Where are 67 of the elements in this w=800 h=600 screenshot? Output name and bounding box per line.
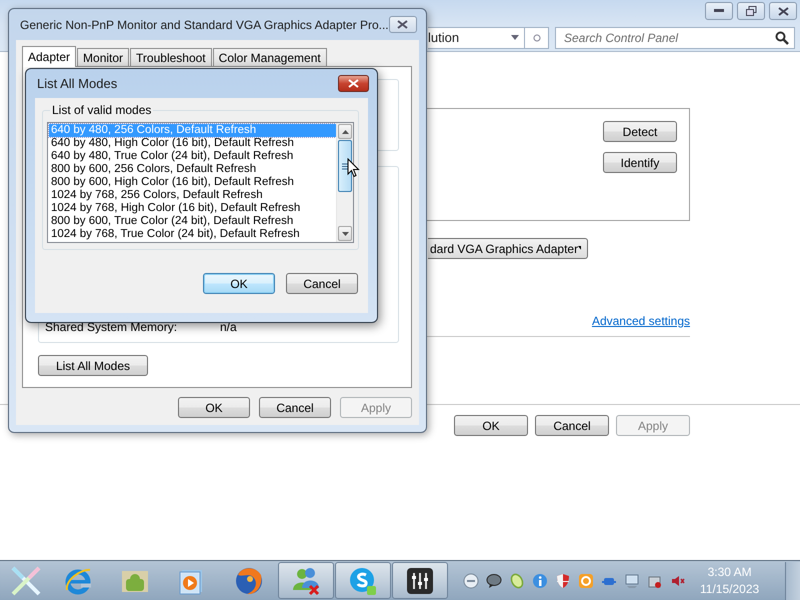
close-icon — [397, 20, 408, 29]
list-all-modes-button[interactable]: List All Modes — [38, 355, 148, 376]
list-item[interactable]: 640 by 480, High Color (16 bit), Default Refresh — [49, 137, 336, 150]
cross-icon — [9, 564, 43, 598]
refresh-button[interactable] — [525, 26, 549, 48]
dialog-button[interactable]: Detect — [603, 121, 677, 142]
tab[interactable]: Color Management — [212, 48, 327, 66]
dialog-button[interactable]: Cancel — [286, 273, 358, 294]
dialog-button[interactable]: OK — [178, 397, 250, 418]
dropdown-arrow-icon — [578, 246, 581, 251]
scrollbar-thumb[interactable] — [338, 140, 352, 192]
scroll-up-button[interactable] — [338, 124, 352, 139]
dialog-title: List All Modes — [37, 76, 118, 91]
tab[interactable]: Monitor — [77, 48, 130, 66]
list-item[interactable]: 800 by 600, High Color (16 bit), Default Refresh — [49, 176, 336, 189]
memory-value: n/a — [220, 320, 237, 334]
dialog-button[interactable]: Cancel — [535, 415, 609, 436]
circle-icon — [532, 34, 540, 42]
cursor-icon — [347, 158, 360, 178]
modes-list[interactable] — [47, 122, 354, 243]
dialog-button[interactable]: OK — [454, 415, 528, 436]
scroll-down-button[interactable] — [338, 226, 352, 241]
monitor-icon[interactable] — [624, 572, 640, 588]
window-title: Generic Non-PnP Monitor and Standard VGA Graphics Adapter Pro... — [20, 18, 389, 32]
clock-date: 11/15/2023 — [700, 580, 760, 598]
dialog-button[interactable]: Identify — [603, 152, 677, 173]
search-field[interactable]: Search Control Panel — [555, 26, 795, 48]
close-icon — [348, 79, 359, 88]
close-icon — [778, 6, 788, 16]
show-desktop-button[interactable] — [785, 562, 800, 600]
up-arrow-icon — [342, 130, 348, 134]
address-text: lution — [428, 30, 460, 45]
tab[interactable]: Troubleshoot — [130, 48, 212, 66]
info-icon[interactable] — [532, 572, 548, 588]
shield-icon[interactable] — [555, 572, 571, 588]
scrollbar[interactable] — [336, 123, 353, 242]
taskbar-button[interactable] — [392, 562, 448, 599]
minimize-icon — [714, 9, 724, 13]
group-label: List of valid modes — [51, 103, 152, 117]
grip-icon — [342, 162, 348, 170]
list-item[interactable]: 1024 by 768, High Color (16 bit), Default Refresh — [49, 202, 336, 215]
restore-icon — [746, 6, 756, 16]
close-button[interactable] — [338, 75, 369, 92]
advanced-settings-link[interactable]: Advanced settings — [592, 314, 690, 328]
minimize-button[interactable] — [705, 2, 733, 20]
down-arrow-icon — [342, 232, 348, 236]
close-button[interactable] — [388, 16, 417, 33]
mixer-icon — [406, 566, 434, 594]
tab[interactable]: Adapter — [22, 46, 76, 67]
display-dropdown[interactable]: dard VGA Graphics Adapter — [428, 238, 588, 259]
ring-icon[interactable] — [578, 572, 594, 588]
memory-label: Shared System Memory: — [45, 320, 178, 334]
dialog-button[interactable]: OK — [203, 273, 275, 294]
restore-button[interactable] — [737, 2, 765, 20]
list-item[interactable]: 1024 by 768, 256 Colors, Default Refresh — [49, 189, 336, 202]
dropdown-arrow-icon — [511, 35, 519, 40]
list-item[interactable]: 800 by 600, True Color (24 bit), Default Refresh — [49, 215, 336, 228]
close-button[interactable] — [769, 2, 797, 20]
people-icon — [290, 566, 322, 596]
search-icon — [775, 30, 789, 44]
dialog-button[interactable]: Cancel — [259, 397, 331, 418]
clock-time: 3:30 AM — [708, 564, 752, 580]
list-item[interactable]: 800 by 600, 256 Colors, Default Refresh — [49, 163, 336, 176]
speech-bubble-icon[interactable] — [486, 572, 502, 588]
list-item[interactable]: 1024 by 768, True Color (24 bit), Default Refresh — [49, 228, 336, 241]
address-bar[interactable]: lution — [428, 26, 525, 48]
list-item[interactable]: 640 by 480, True Color (24 bit), Default Refresh — [49, 150, 336, 163]
